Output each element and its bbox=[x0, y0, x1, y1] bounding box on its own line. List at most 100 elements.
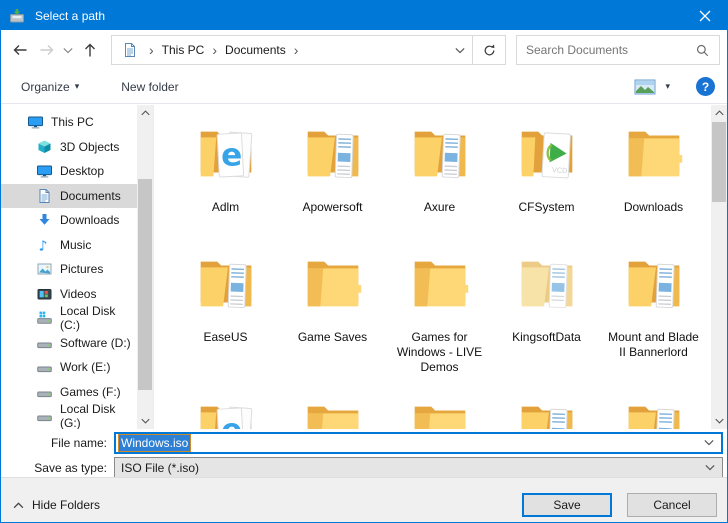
documents-icon bbox=[36, 188, 53, 204]
folder-label: Mount and Blade II Bannerlord bbox=[604, 330, 704, 360]
folder-item-apowersoft[interactable]: Apowersoft bbox=[279, 116, 386, 246]
folder-icon bbox=[617, 391, 691, 429]
scrollbar-thumb[interactable] bbox=[712, 122, 726, 202]
caret-down-icon: ▾ bbox=[75, 81, 80, 92]
folder-icon bbox=[403, 116, 477, 190]
sidebar-item-games-f[interactable]: Games (F:) bbox=[1, 380, 137, 405]
scroll-up-button[interactable] bbox=[711, 105, 727, 121]
address-bar[interactable]: › This PC › Documents › bbox=[111, 35, 473, 65]
sidebar-item-desktop[interactable]: Desktop bbox=[1, 159, 137, 184]
folder-icon bbox=[296, 116, 370, 190]
sidebar-item-local-disk-c[interactable]: Local Disk (C:) bbox=[1, 306, 137, 331]
save-as-type-dropdown-button[interactable] bbox=[705, 464, 715, 471]
refresh-icon bbox=[482, 43, 497, 58]
videos-icon bbox=[36, 286, 53, 302]
location-icon bbox=[122, 42, 138, 58]
scroll-down-button[interactable] bbox=[711, 413, 727, 429]
folder-item-cfsystem[interactable]: CFSystem bbox=[493, 116, 600, 246]
folder-icon bbox=[403, 246, 477, 320]
folder-item-adlm[interactable]: Adlm bbox=[172, 116, 279, 246]
save-button[interactable]: Save bbox=[522, 493, 612, 517]
drive-icon bbox=[36, 359, 53, 375]
up-button[interactable] bbox=[77, 37, 103, 63]
recent-locations-button[interactable] bbox=[59, 37, 77, 63]
folder-item-kingsoftdata[interactable]: KingsoftData bbox=[493, 246, 600, 391]
folder-item-easeus[interactable]: EaseUS bbox=[172, 246, 279, 391]
search-icon[interactable] bbox=[695, 43, 710, 58]
sidebar-label: Work (E:) bbox=[60, 360, 110, 374]
sidebar-item-pictures[interactable]: Pictures bbox=[1, 257, 137, 282]
forward-button[interactable] bbox=[33, 37, 59, 63]
change-view-button[interactable]: ▾ bbox=[634, 79, 670, 95]
breadcrumb-documents[interactable]: Documents bbox=[224, 43, 287, 57]
close-button[interactable] bbox=[682, 1, 727, 30]
refresh-button[interactable] bbox=[473, 35, 506, 65]
drive-icon bbox=[36, 384, 53, 400]
folder-item-partial[interactable] bbox=[172, 391, 279, 429]
folder-item-games-for-windows[interactable]: Games for Windows - LIVE Demos bbox=[386, 246, 493, 391]
sidebar-item-3d-objects[interactable]: 3D Objects bbox=[1, 135, 137, 160]
sidebar-item-software-d[interactable]: Software (D:) bbox=[1, 331, 137, 356]
windows-drive-icon bbox=[36, 310, 53, 326]
folder-icon bbox=[510, 116, 584, 190]
back-button[interactable] bbox=[7, 37, 33, 63]
scrollbar-thumb[interactable] bbox=[138, 179, 152, 390]
sidebar-item-this-pc[interactable]: This PC bbox=[1, 110, 137, 135]
file-name-dropdown-button[interactable] bbox=[704, 439, 714, 446]
folder-item-downloads[interactable]: Downloads bbox=[600, 116, 707, 246]
sidebar-scrollbar[interactable] bbox=[137, 105, 153, 429]
sidebar-item-music[interactable]: ♪ Music bbox=[1, 233, 137, 258]
scroll-down-button[interactable] bbox=[137, 413, 153, 429]
dialog-footer: Hide Folders Save Cancel bbox=[1, 477, 727, 522]
hide-folders-label: Hide Folders bbox=[32, 498, 100, 512]
titlebar[interactable]: Select a path bbox=[1, 1, 727, 30]
organize-label: Organize bbox=[21, 80, 70, 94]
search-box[interactable] bbox=[516, 35, 720, 65]
save-dialog-window: Select a path bbox=[0, 0, 728, 523]
command-toolbar: Organize ▾ New folder ▾ ? bbox=[1, 70, 727, 104]
sidebar-item-downloads[interactable]: Downloads bbox=[1, 208, 137, 233]
sidebar-label: Software (D:) bbox=[60, 336, 131, 350]
file-name-value: Windows.iso bbox=[119, 435, 190, 451]
folder-item-partial[interactable] bbox=[600, 391, 707, 429]
organize-button[interactable]: Organize ▾ bbox=[13, 75, 87, 99]
folder-item-axure[interactable]: Axure bbox=[386, 116, 493, 246]
save-as-type-select[interactable]: ISO File (*.iso) bbox=[114, 457, 723, 479]
sidebar-item-documents[interactable]: Documents bbox=[1, 184, 137, 209]
folder-item-partial[interactable] bbox=[386, 391, 493, 429]
sidebar-label: Games (F:) bbox=[60, 385, 121, 399]
help-button[interactable]: ? bbox=[696, 77, 715, 96]
chevron-down-icon bbox=[141, 418, 150, 424]
sidebar-item-work-e[interactable]: Work (E:) bbox=[1, 355, 137, 380]
sidebar-label: Downloads bbox=[60, 213, 119, 227]
hide-folders-button[interactable]: Hide Folders bbox=[13, 498, 100, 512]
sidebar-label: Videos bbox=[60, 287, 96, 301]
file-name-input[interactable]: Windows.iso bbox=[114, 432, 723, 454]
address-dropdown-button[interactable] bbox=[448, 43, 472, 57]
folder-label: EaseUS bbox=[203, 330, 247, 345]
drive-icon bbox=[36, 335, 53, 351]
breadcrumb-this-pc[interactable]: This PC bbox=[161, 43, 206, 57]
content-area: This PC 3D Objects Desktop Documents Dow… bbox=[1, 105, 727, 429]
scroll-up-button[interactable] bbox=[137, 105, 153, 121]
sidebar-item-local-disk-g[interactable]: Local Disk (G:) bbox=[1, 404, 137, 429]
folder-item-partial[interactable] bbox=[279, 391, 386, 429]
sidebar-label: Local Disk (G:) bbox=[60, 402, 137, 430]
cancel-button-label: Cancel bbox=[653, 498, 690, 512]
new-folder-button[interactable]: New folder bbox=[113, 75, 186, 99]
chevron-down-icon bbox=[715, 418, 724, 424]
drive-icon bbox=[36, 408, 53, 424]
folder-item-mount-and-blade[interactable]: Mount and Blade II Bannerlord bbox=[600, 246, 707, 391]
search-input[interactable] bbox=[526, 43, 695, 57]
chevron-down-icon bbox=[63, 47, 73, 54]
folder-label: Axure bbox=[424, 200, 455, 215]
save-dialog-icon bbox=[9, 8, 25, 24]
music-icon: ♪ bbox=[36, 237, 53, 253]
sidebar-label: Desktop bbox=[60, 164, 104, 178]
folder-item-game-saves[interactable]: Game Saves bbox=[279, 246, 386, 391]
cancel-button[interactable]: Cancel bbox=[627, 493, 717, 517]
sidebar-item-videos[interactable]: Videos bbox=[1, 282, 137, 307]
file-list-scrollbar[interactable] bbox=[711, 105, 727, 429]
folder-icon bbox=[510, 391, 584, 429]
folder-item-partial[interactable] bbox=[493, 391, 600, 429]
